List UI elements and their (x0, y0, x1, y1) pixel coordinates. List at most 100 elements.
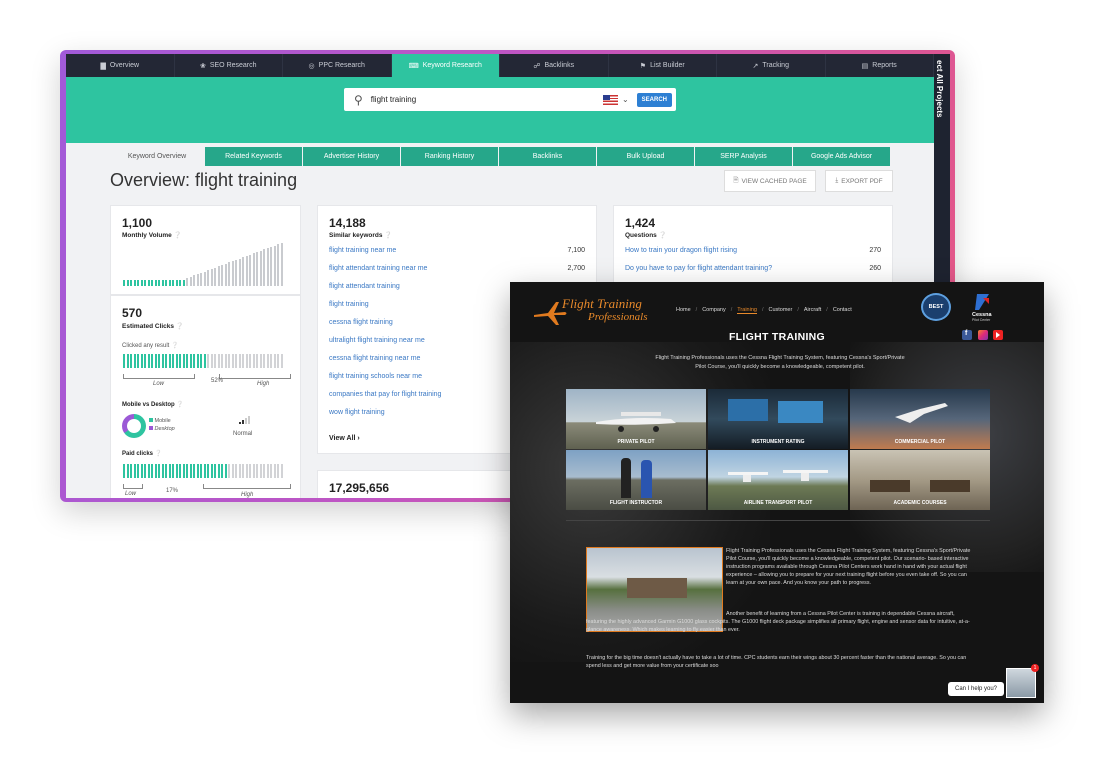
paragraph-1: Flight Training Professionals uses the C… (726, 548, 971, 586)
question-link[interactable]: How to train your dragon flight rising (625, 247, 737, 254)
keyword-link[interactable]: ultralight flight training near me (329, 337, 425, 344)
topnav-label: Overview (109, 62, 140, 69)
bar (266, 248, 269, 286)
topnav-label: Tracking (762, 62, 789, 69)
bar (196, 274, 199, 286)
site-nav-home[interactable]: Home (676, 307, 691, 314)
subtab-advertiser-history[interactable]: Advertiser History (303, 147, 400, 166)
question-link[interactable]: Do you have to pay for flight attendant … (625, 265, 772, 272)
subtab-backlinks[interactable]: Backlinks (499, 147, 596, 166)
paid-low-label: Low (125, 491, 137, 497)
bar (172, 464, 174, 478)
subtab-keyword-overview[interactable]: Keyword Overview (110, 147, 204, 166)
topnav-label: List Builder (650, 62, 685, 69)
clicked-any-label: Clicked any result ❔ (122, 343, 179, 349)
bar (242, 464, 244, 478)
bar (154, 464, 157, 478)
search-button[interactable]: SEARCH (636, 92, 672, 107)
bar (280, 354, 283, 368)
keyword-link[interactable]: flight training (329, 301, 369, 308)
list-icon: ⚑ (639, 62, 647, 70)
bar (217, 354, 220, 368)
topnav-reports[interactable]: ▤ Reports (826, 54, 934, 77)
help-icon: ❔ (175, 323, 184, 330)
chat-prompt[interactable]: Can I help you? (948, 682, 1004, 696)
topnav-ppc-research[interactable]: ◎ PPC Research (283, 54, 392, 77)
view-all-link[interactable]: View All › (329, 435, 360, 442)
question-row: How to train your dragon flight rising 27… (625, 247, 881, 254)
keyword-link[interactable]: flight training schools near me (329, 373, 422, 380)
subtab-bulk-upload[interactable]: Bulk Upload (597, 147, 694, 166)
view-cached-page-button[interactable]: 🗎 VIEW CACHED PAGE (724, 170, 816, 192)
tile-flight-instructor[interactable]: FLIGHT INSTRUCTOR (566, 450, 706, 510)
signal-icon (239, 416, 250, 424)
export-pdf-button[interactable]: ⤓ EXPORT PDF (825, 170, 893, 192)
subtab-serp-analysis[interactable]: SERP Analysis (695, 147, 792, 166)
bar (168, 464, 171, 478)
tile-academic-courses[interactable]: ACADEMIC COURSES (850, 450, 990, 510)
question-row: Do you have to pay for flight attendant … (625, 265, 881, 272)
subtab-related-keywords[interactable]: Related Keywords (205, 147, 302, 166)
topnav-backlinks[interactable]: ☍ Backlinks (500, 54, 609, 77)
bar (147, 354, 150, 368)
tile-commercial-pilot[interactable]: COMMERCIAL PILOT (850, 389, 990, 449)
screen-image (778, 401, 823, 423)
search-input[interactable]: flight training (371, 95, 603, 104)
keyword-link[interactable]: companies that pay for flight training (329, 391, 441, 398)
chat-avatar[interactable] (1006, 668, 1036, 698)
low-label: Low (153, 381, 165, 387)
logo-title[interactable]: Flight Training (562, 296, 642, 312)
bar (182, 280, 185, 286)
topnav-seo-research[interactable]: ❀ SEO Research (175, 54, 283, 77)
us-flag-icon[interactable] (602, 94, 618, 105)
keyword-search-box: ⚲ flight training ⌄ SEARCH (344, 88, 676, 111)
site-nav-aircraft[interactable]: Aircraft (804, 307, 821, 314)
monthly-volume-label: Monthly Volume ❔ (122, 232, 182, 239)
volume-trend-bars (123, 241, 283, 286)
bar (277, 244, 279, 286)
keyword-link[interactable]: cessna flight training near me (329, 355, 420, 362)
page-title: Overview: flight training (110, 170, 298, 190)
tile-private-pilot[interactable]: PRIVATE PILOT (566, 389, 706, 449)
help-icon: ❔ (658, 232, 667, 239)
tile-caption: COMMERCIAL PILOT (894, 439, 946, 445)
topnav-list-builder[interactable]: ⚑ List Builder (609, 54, 717, 77)
site-nav-company[interactable]: Company (702, 307, 726, 314)
subtab-ranking-history[interactable]: Ranking History (401, 147, 498, 166)
bar (154, 354, 157, 368)
legend-mobile: Mobile (149, 418, 171, 424)
plane-image (728, 470, 828, 482)
person-image (641, 460, 652, 498)
bar (151, 280, 153, 286)
bar (203, 464, 206, 478)
site-nav-customer[interactable]: Customer (768, 307, 792, 314)
keyword-link[interactable]: cessna flight training (329, 319, 393, 326)
topnav-overview[interactable]: ▇ Overview (66, 54, 175, 77)
bar (221, 464, 223, 478)
bar (224, 354, 227, 368)
keyword-link[interactable]: flight training near me (329, 247, 396, 254)
page-heading: FLIGHT TRAINING (728, 331, 826, 343)
bar (133, 280, 136, 286)
bar (123, 464, 125, 478)
help-icon: ❔ (173, 232, 182, 239)
keyword-link[interactable]: flight attendant training (329, 283, 400, 290)
tile-instrument-rating[interactable]: INSTRUMENT RATING (708, 389, 848, 449)
bar (238, 258, 241, 286)
bar (280, 464, 283, 478)
topnav-tracking[interactable]: ↗ Tracking (717, 54, 826, 77)
keyword-link[interactable]: wow flight training (329, 409, 385, 416)
site-nav-contact[interactable]: Contact (833, 307, 852, 314)
bar (165, 280, 167, 286)
subtab-google-ads-advisor[interactable]: Google Ads Advisor (793, 147, 890, 166)
topnav-keyword-research[interactable]: ⌨ Keyword Research (391, 54, 500, 77)
top-navigation: ▇ Overview ❀ SEO Research ◎ PPC Research ⌨ Keyw… (66, 54, 934, 77)
tile-airline-transport-pilot[interactable]: AIRLINE TRANSPORT PILOT (708, 450, 848, 510)
paid-high-label: High (241, 492, 254, 498)
best-award-badge: BEST (921, 293, 951, 321)
site-nav-training[interactable]: Training (737, 307, 757, 314)
bar (221, 265, 223, 286)
chevron-down-icon[interactable]: ⌄ (622, 95, 629, 104)
tile-caption: FLIGHT INSTRUCTOR (609, 500, 663, 506)
keyword-link[interactable]: flight attendant training near me (329, 265, 427, 272)
